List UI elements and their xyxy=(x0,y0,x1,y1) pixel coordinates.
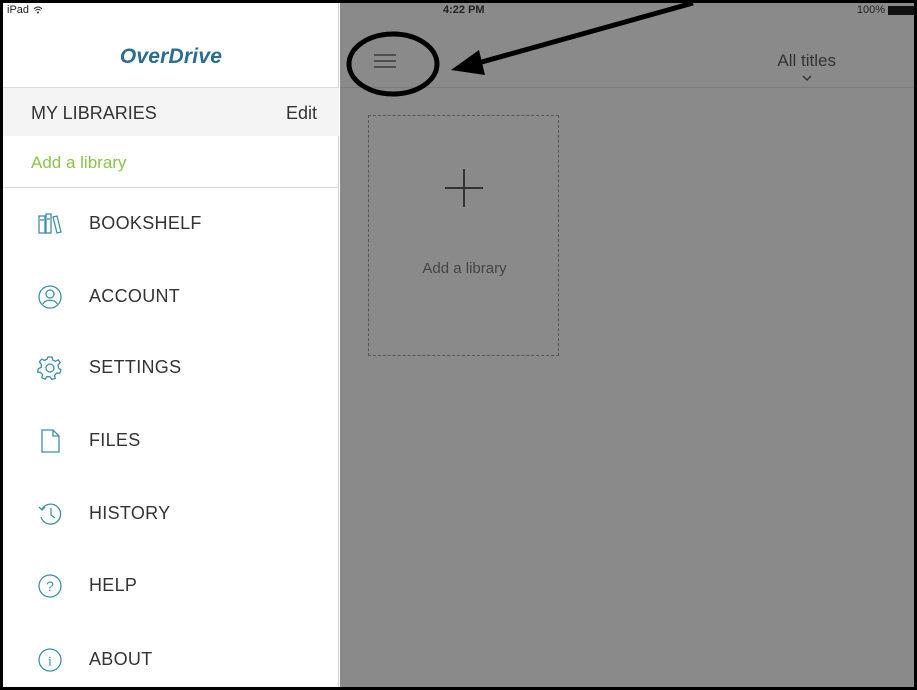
sidebar-item-files[interactable]: FILES xyxy=(3,416,339,466)
battery-icon xyxy=(888,5,914,15)
file-icon xyxy=(41,429,60,453)
add-library-card[interactable]: Add a library xyxy=(368,115,559,356)
sidebar-item-label: ACCOUNT xyxy=(89,286,181,306)
sidebar-item-label: BOOKSHELF xyxy=(89,213,202,233)
device-label: iPad xyxy=(7,4,43,16)
hamburger-icon-bar xyxy=(374,60,396,62)
sidebar-item-history[interactable]: HISTORY xyxy=(3,489,339,539)
sidebar-item-help[interactable]: ? HELP xyxy=(3,561,339,611)
hamburger-icon-bar xyxy=(374,54,396,56)
sidebar-item-bookshelf[interactable]: BOOKSHELF xyxy=(3,199,339,249)
sidebar-item-account[interactable]: ACCOUNT xyxy=(3,272,339,322)
help-icon: ? xyxy=(38,574,62,598)
svg-text:?: ? xyxy=(46,578,54,594)
edit-button[interactable]: Edit xyxy=(286,103,317,124)
sidebar-item-label: FILES xyxy=(89,430,141,450)
device-name: iPad xyxy=(7,4,30,16)
history-icon xyxy=(38,503,62,525)
info-icon: i xyxy=(38,648,62,672)
battery-percent: 100% xyxy=(856,4,885,16)
sidebar-item-label: HELP xyxy=(89,575,138,595)
sidebar-menu: OverDrive MY LIBRARIES Edit Add a librar… xyxy=(3,3,339,687)
my-libraries-header: MY LIBRARIES Edit xyxy=(3,88,339,136)
overdrive-logo: OverDrive xyxy=(119,45,223,68)
hamburger-menu-button[interactable] xyxy=(366,47,398,73)
sidebar-item-label: SETTINGS xyxy=(89,357,182,377)
plus-icon xyxy=(445,169,483,207)
wifi-icon xyxy=(33,6,43,14)
library-panel: All titles Add a library xyxy=(340,3,914,687)
settings-gear-icon xyxy=(37,356,62,381)
sidebar-item-label: HISTORY xyxy=(89,503,171,523)
add-library-card-label: Add a library xyxy=(422,260,507,277)
battery-status: 100% xyxy=(857,4,914,16)
clock: 4:22 PM xyxy=(443,4,485,16)
app-frame: OverDrive MY LIBRARIES Edit Add a librar… xyxy=(0,0,917,690)
sidebar-item-label: ABOUT xyxy=(89,649,153,669)
sidebar-item-settings[interactable]: SETTINGS xyxy=(3,343,339,393)
hamburger-icon-bar xyxy=(374,66,396,68)
chevron-down-icon[interactable] xyxy=(802,73,812,83)
svg-text:i: i xyxy=(48,655,52,670)
bookshelf-icon xyxy=(38,213,62,234)
divider xyxy=(3,187,339,188)
sidebar-item-about[interactable]: i ABOUT xyxy=(3,635,339,685)
account-icon xyxy=(38,285,62,309)
my-libraries-title: MY LIBRARIES xyxy=(31,103,157,123)
divider xyxy=(340,87,914,88)
all-titles-filter[interactable]: All titles xyxy=(777,51,836,71)
add-library-link[interactable]: Add a library xyxy=(31,153,126,173)
status-bar: iPad 4:22 PM 100% xyxy=(3,3,914,19)
